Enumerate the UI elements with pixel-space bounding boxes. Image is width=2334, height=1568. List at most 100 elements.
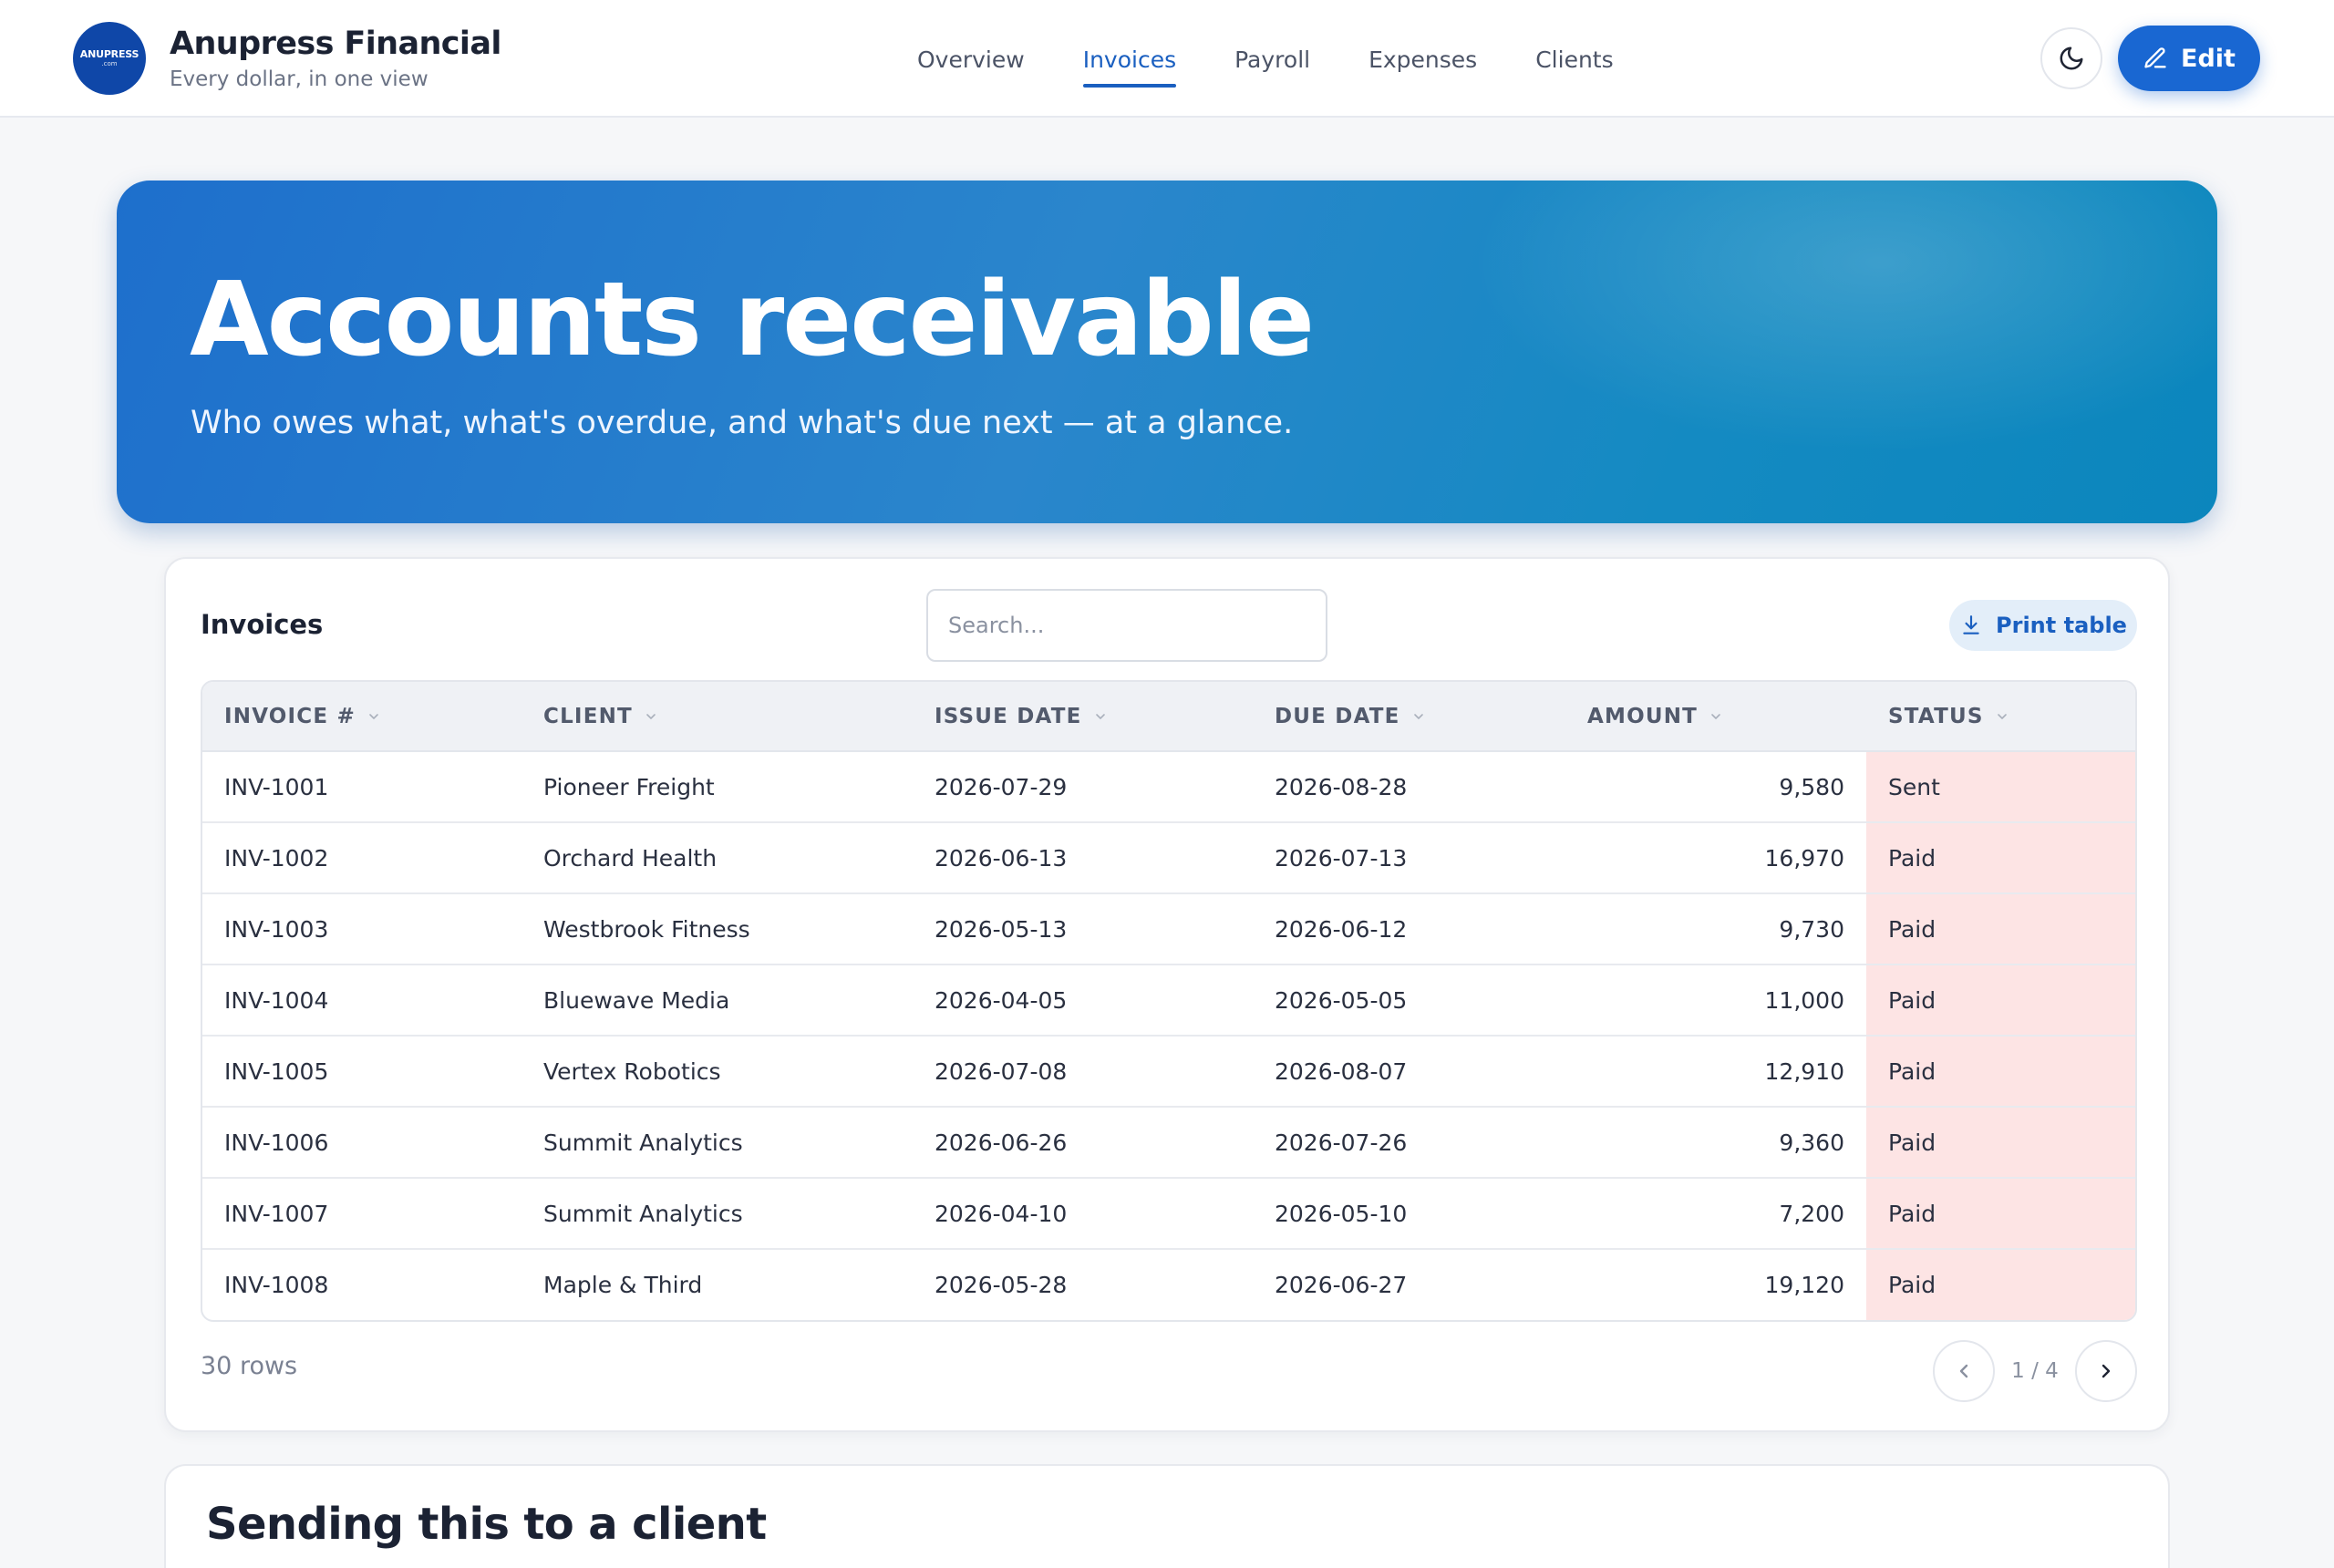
cell-invoice-number: INV-1007 [202, 1178, 522, 1250]
chevron-down-icon [1093, 709, 1108, 724]
cell-due-date: 2026-07-13 [1253, 822, 1565, 894]
cell-amount: 16,970 [1565, 822, 1866, 894]
top-navigation-bar: ANUPRESS .com Anupress Financial Every d… [0, 0, 2334, 118]
column-header-invoice[interactable]: INVOICE # [202, 682, 522, 752]
table-row[interactable]: INV-1007 Summit Analytics 2026-04-10 202… [202, 1178, 2135, 1250]
cell-status: Paid [1866, 893, 2135, 965]
section-title: Sending this to a client [206, 1499, 767, 1550]
cell-status: Paid [1866, 1036, 2135, 1108]
cell-amount: 9,360 [1565, 1107, 1866, 1179]
logo-text: ANUPRESS [79, 48, 139, 60]
pagination: 1 / 4 [1933, 1340, 2137, 1402]
cell-invoice-number: INV-1003 [202, 893, 522, 965]
cell-due-date: 2026-05-10 [1253, 1178, 1565, 1250]
column-header-issue-date[interactable]: ISSUE DATE [913, 682, 1253, 752]
cell-issue-date: 2026-06-26 [913, 1107, 1253, 1179]
cell-due-date: 2026-06-27 [1275, 1272, 1408, 1298]
column-header-label: AMOUNT [1587, 704, 1699, 728]
column-header-status[interactable]: STATUS [1866, 682, 2135, 752]
cell-invoice-number: INV-1008 [224, 1272, 329, 1298]
cell-client: Maple & Third [543, 1272, 703, 1298]
invoices-title: Invoices [201, 609, 324, 640]
cell-issue-date: 2026-07-29 [913, 751, 1253, 823]
column-header-due-date[interactable]: DUE DATE [1253, 682, 1565, 752]
cell-due-date: 2026-05-05 [1253, 965, 1565, 1037]
chevron-down-icon [644, 709, 658, 724]
cell-client: Summit Analytics [522, 1107, 913, 1179]
brand[interactable]: ANUPRESS .com Anupress Financial Every d… [73, 22, 501, 95]
cell-client: Pioneer Freight [522, 751, 913, 823]
column-header-amount[interactable]: AMOUNT [1565, 682, 1866, 752]
column-header-label: DUE DATE [1275, 704, 1400, 728]
column-header-label: CLIENT [543, 704, 633, 728]
nav-clients[interactable]: Clients [1535, 40, 1613, 88]
cell-issue-date: 2026-07-08 [913, 1036, 1253, 1108]
cell-issue-date: 2026-04-10 [913, 1178, 1253, 1250]
cell-status: Sent [1866, 751, 2135, 823]
table-row[interactable]: INV-1006 Summit Analytics 2026-06-26 202… [202, 1107, 2135, 1179]
cell-status: Paid [1866, 1178, 2135, 1250]
table-row[interactable]: INV-1001 Pioneer Freight 2026-07-29 2026… [202, 751, 2135, 823]
print-table-button[interactable]: Print table [1949, 600, 2137, 651]
invoices-table: INVOICE # CLIENT ISSUE DATE DUE DATE AMO… [201, 680, 2137, 1322]
print-table-label: Print table [1996, 613, 2127, 638]
cell-issue-date: 2026-06-13 [913, 822, 1253, 894]
hero-banner: Accounts receivable Who owes what, what'… [117, 181, 2217, 523]
cell-amount: 11,000 [1565, 965, 1866, 1037]
table-header-row: INVOICE # CLIENT ISSUE DATE DUE DATE AMO… [202, 682, 2135, 752]
theme-toggle-button[interactable] [2040, 27, 2102, 89]
cell-client: Vertex Robotics [522, 1036, 913, 1108]
cell-due-date: 2026-07-26 [1253, 1107, 1565, 1179]
edit-button[interactable]: Edit [2118, 26, 2260, 91]
hero-subtitle: Who owes what, what's overdue, and what'… [191, 405, 1294, 441]
table-row[interactable]: INV-1008 Maple & Third 2026-05-28 2026-0… [202, 1249, 2135, 1320]
chevron-down-icon [1995, 709, 2009, 724]
hero-title: Accounts receivable [190, 261, 1315, 379]
cell-due-date: 2026-08-28 [1253, 751, 1565, 823]
search-input[interactable] [926, 589, 1327, 662]
logo-subtext: .com [101, 60, 118, 67]
row-count: 30 rows [201, 1352, 298, 1380]
brand-name: Anupress Financial [170, 26, 501, 62]
nav-invoices[interactable]: Invoices [1082, 40, 1177, 88]
nav-payroll[interactable]: Payroll [1234, 40, 1310, 88]
chevron-down-icon [1411, 709, 1426, 724]
chevron-down-icon [367, 709, 381, 724]
nav-overview[interactable]: Overview [917, 40, 1025, 88]
table-row[interactable]: INV-1004 Bluewave Media 2026-04-05 2026-… [202, 965, 2135, 1037]
main-nav: Overview Invoices Payroll Expenses Clien… [917, 40, 1672, 88]
cell-client: Westbrook Fitness [522, 893, 913, 965]
cell-invoice-number: INV-1006 [202, 1107, 522, 1179]
cell-invoice-number: INV-1002 [202, 822, 522, 894]
cell-amount: 7,200 [1565, 1178, 1866, 1250]
brand-tagline: Every dollar, in one view [170, 67, 429, 91]
page-indicator: 1 / 4 [2011, 1359, 2059, 1383]
brand-logo: ANUPRESS .com [73, 22, 146, 95]
column-header-label: INVOICE # [224, 704, 356, 728]
cell-amount: 9,730 [1565, 893, 1866, 965]
invoices-card: Invoices Print table INVOICE # [164, 557, 2170, 1432]
cell-issue-date: 2026-05-28 [935, 1272, 1068, 1298]
cell-amount: 9,580 [1565, 751, 1866, 823]
pencil-icon [2143, 46, 2168, 71]
send-to-client-card: Sending this to a client [164, 1464, 2170, 1568]
cell-invoice-number: INV-1001 [202, 751, 522, 823]
moon-icon [2058, 45, 2085, 72]
cell-invoice-number: INV-1004 [202, 965, 522, 1037]
previous-page-button[interactable] [1933, 1340, 1995, 1402]
next-page-button[interactable] [2075, 1340, 2137, 1402]
edit-button-label: Edit [2181, 44, 2236, 73]
download-icon [1959, 614, 1983, 637]
cell-status: Paid [1866, 1107, 2135, 1179]
cell-invoice-number: INV-1005 [202, 1036, 522, 1108]
cell-due-date: 2026-06-12 [1253, 893, 1565, 965]
cell-issue-date: 2026-05-13 [913, 893, 1253, 965]
table-row[interactable]: INV-1002 Orchard Health 2026-06-13 2026-… [202, 822, 2135, 894]
column-header-client[interactable]: CLIENT [522, 682, 913, 752]
brand-text: Anupress Financial Every dollar, in one … [170, 24, 501, 93]
table-row[interactable]: INV-1005 Vertex Robotics 2026-07-08 2026… [202, 1036, 2135, 1108]
table-row[interactable]: INV-1003 Westbrook Fitness 2026-05-13 20… [202, 893, 2135, 965]
nav-expenses[interactable]: Expenses [1368, 40, 1477, 88]
cell-client: Orchard Health [522, 822, 913, 894]
cell-amount: 12,910 [1565, 1036, 1866, 1108]
